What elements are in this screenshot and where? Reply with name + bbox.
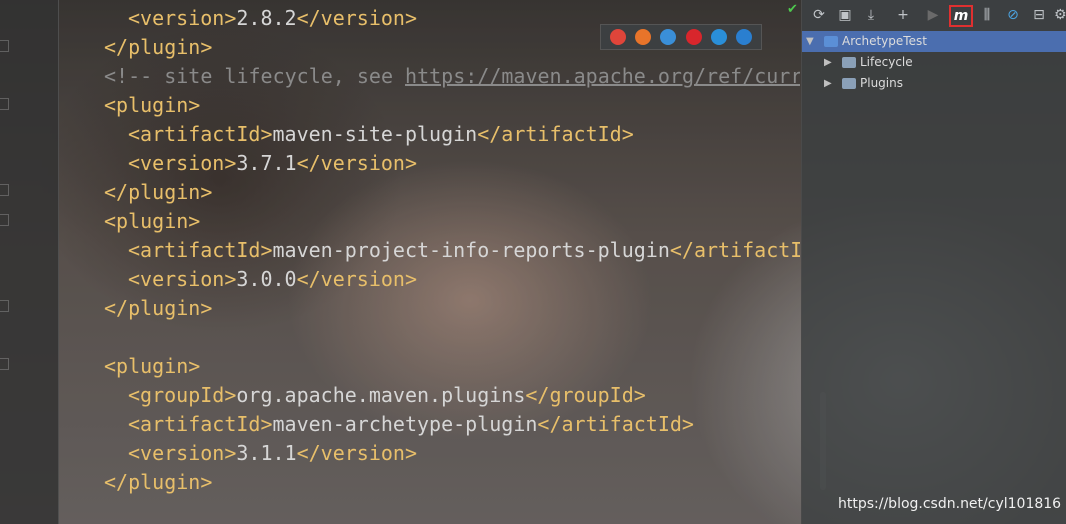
code-token: <version> <box>128 6 237 30</box>
code-token: maven-project-info-reports-plugin <box>272 238 670 262</box>
open-in-browser-bar <box>600 24 762 50</box>
code-line[interactable]: <plugin> <box>104 352 200 381</box>
code-token: <artifactId> <box>128 122 273 146</box>
expand-arrow-icon[interactable]: ▼ <box>806 31 814 52</box>
code-token: </artifactI <box>669 238 800 262</box>
code-line[interactable]: </plugin> <box>104 468 212 497</box>
editor-gutter <box>0 0 59 524</box>
code-token: https://maven.apache.org/ref/curr <box>405 64 800 88</box>
code-token: 3.7.1 <box>236 151 297 175</box>
fold-marker[interactable] <box>0 98 9 110</box>
code-line[interactable]: <version>2.8.2</version> <box>128 4 417 33</box>
maven-module-icon <box>824 36 838 47</box>
code-line[interactable]: </plugin> <box>104 294 212 323</box>
fold-marker[interactable] <box>0 40 9 52</box>
watermark-url: https://blog.csdn.net/cyl101816 <box>838 496 1062 512</box>
code-token: maven-site-plugin <box>272 122 478 146</box>
maven-toolbar: ⟳ ▣ ⤓ + ▶ m ⫼ ⊘ ⊟ ⚙ <box>802 0 1066 32</box>
edge-icon[interactable] <box>736 29 753 45</box>
code-line[interactable]: <plugin> <box>104 207 200 236</box>
code-token: <plugin> <box>104 93 201 117</box>
code-token: 3.0.0 <box>236 267 297 291</box>
code-token: <version> <box>128 441 237 465</box>
code-token: </plugin> <box>104 35 213 59</box>
generate-sources-icon[interactable]: ▣ <box>836 6 854 24</box>
code-token: </version> <box>296 151 418 175</box>
expand-arrow-icon[interactable]: ▶ <box>824 73 832 94</box>
code-line[interactable]: <version>3.7.1</version> <box>128 149 417 178</box>
code-token: </groupId> <box>525 383 646 407</box>
folder-icon <box>842 57 856 68</box>
code-line[interactable]: <version>3.0.0</version> <box>128 265 417 294</box>
code-token: <artifactId> <box>128 412 273 436</box>
tree-item-archetypetest[interactable]: ▼ ArchetypeTest <box>802 31 1066 52</box>
tree-item-plugins[interactable]: ▶ Plugins <box>802 73 1066 94</box>
code-token: </plugin> <box>104 296 213 320</box>
code-token: </version> <box>296 441 418 465</box>
code-editor[interactable]: <version>2.8.2</version> </plugin> <!-- si… <box>58 0 800 524</box>
code-token: maven-archetype-plugin <box>272 412 538 436</box>
collapse-icon[interactable]: ⚙ <box>1054 6 1066 24</box>
ie-icon[interactable] <box>710 29 727 45</box>
code-token: </artifactId> <box>477 122 634 146</box>
code-token: <plugin> <box>104 354 201 378</box>
tree-item-lifecycle[interactable]: ▶ Lifecycle <box>802 52 1066 73</box>
code-token: <artifactId> <box>128 238 273 262</box>
code-line[interactable]: <plugin> <box>104 91 200 120</box>
code-line[interactable]: <artifactId>maven-project-info-reports-p… <box>128 236 800 265</box>
safari-icon[interactable] <box>660 29 677 45</box>
execute-maven-goal-icon[interactable]: m <box>949 5 973 27</box>
add-maven-project-icon[interactable]: + <box>894 6 912 24</box>
skip-tests-icon[interactable]: ⊘ <box>1004 6 1022 24</box>
code-token: </artifactId> <box>537 412 694 436</box>
code-token: <plugin> <box>104 209 201 233</box>
tree-item-label: Plugins <box>860 76 903 90</box>
code-line[interactable]: <artifactId>maven-archetype-plugin</arti… <box>128 410 694 439</box>
code-token: </plugin> <box>104 180 213 204</box>
code-token: <groupId> <box>128 383 237 407</box>
code-line[interactable]: <groupId>org.apache.maven.plugins</group… <box>128 381 646 410</box>
show-dependencies-icon[interactable]: ⊟ <box>1030 6 1048 24</box>
code-token: </version> <box>296 6 418 30</box>
firefox-icon[interactable] <box>634 29 651 45</box>
code-token: <version> <box>128 267 237 291</box>
tree-item-label: ArchetypeTest <box>842 34 927 48</box>
code-line[interactable]: </plugin> <box>104 178 212 207</box>
code-token: 3.1.1 <box>236 441 297 465</box>
code-line[interactable]: <!-- site lifecycle, see https://maven.a… <box>104 62 800 91</box>
code-token: <!-- site lifecycle, see <box>104 64 406 88</box>
folder-icon <box>842 78 856 89</box>
code-token: org.apache.maven.plugins <box>236 383 526 407</box>
opera-icon[interactable] <box>685 29 702 45</box>
toggle-offline-icon[interactable]: ⫼ <box>978 6 996 24</box>
download-icon[interactable]: ⤓ <box>862 6 880 24</box>
inspection-ok-icon[interactable]: ✔ <box>787 2 798 17</box>
code-line[interactable]: </plugin> <box>104 33 212 62</box>
code-token: <version> <box>128 151 237 175</box>
fold-marker[interactable] <box>0 358 9 370</box>
fold-marker[interactable] <box>0 214 9 226</box>
expand-arrow-icon[interactable]: ▶ <box>824 52 832 73</box>
reimport-icon[interactable]: ⟳ <box>810 6 828 24</box>
code-token: 2.8.2 <box>236 6 297 30</box>
run-icon[interactable]: ▶ <box>924 6 942 24</box>
tree-item-label: Lifecycle <box>860 55 913 69</box>
fold-marker[interactable] <box>0 184 9 196</box>
code-token: </version> <box>296 267 418 291</box>
fold-marker[interactable] <box>0 300 9 312</box>
code-token: </plugin> <box>104 470 213 494</box>
code-line[interactable]: <version>3.1.1</version> <box>128 439 417 468</box>
maven-panel: ⟳ ▣ ⤓ + ▶ m ⫼ ⊘ ⊟ ⚙ ▼ ArchetypeTest ▶ Li… <box>801 0 1066 524</box>
code-line[interactable]: <artifactId>maven-site-plugin</artifactI… <box>128 120 634 149</box>
chrome-icon[interactable] <box>609 29 626 45</box>
